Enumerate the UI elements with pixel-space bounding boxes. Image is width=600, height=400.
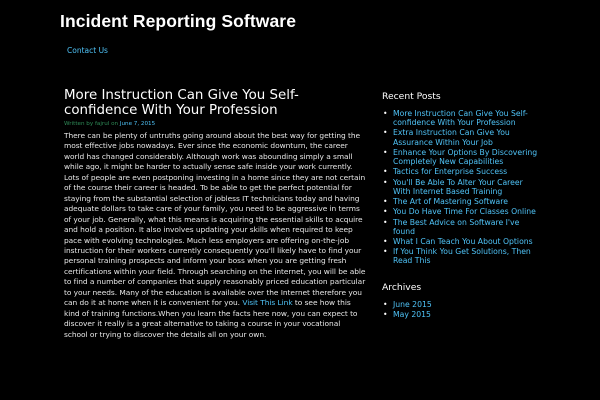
- bullet-icon: •: [383, 247, 388, 257]
- recent-post-item[interactable]: • Extra Instruction Can Give You Assuranc…: [382, 128, 542, 147]
- bullet-icon: •: [383, 217, 388, 227]
- bullet-icon: •: [383, 197, 388, 207]
- bullet-icon: •: [383, 309, 388, 319]
- recent-post-link[interactable]: Tactics for Enterprise Success: [393, 167, 507, 176]
- site-title[interactable]: Incident Reporting Software: [60, 11, 296, 32]
- bullet-icon: •: [383, 236, 388, 246]
- recent-post-item[interactable]: • Enhance Your Options By Discovering Com…: [382, 148, 542, 167]
- bullet-icon: •: [383, 167, 388, 177]
- recent-post-link[interactable]: Enhance Your Options By Discovering Comp…: [393, 148, 537, 166]
- recent-post-item[interactable]: • If You Think You Get Solutions, Then Re…: [382, 247, 542, 266]
- post-title[interactable]: More Instruction Can Give You Self-confi…: [64, 88, 366, 118]
- meta-written-by: Written by: [64, 121, 94, 127]
- bullet-icon: •: [383, 109, 388, 118]
- visit-this-link[interactable]: Visit This Link: [242, 298, 292, 307]
- recent-post-link[interactable]: You'll Be Able To Alter Your Career With…: [393, 178, 523, 196]
- recent-post-item[interactable]: • The Art of Mastering Software: [382, 197, 542, 206]
- recent-post-item[interactable]: • You Do Have Time For Classes Online: [382, 207, 542, 216]
- recent-post-link[interactable]: More Instruction Can Give You Self-confi…: [393, 109, 528, 127]
- nav-item-contact-us[interactable]: Contact Us: [67, 46, 108, 55]
- post-body: There can be plenty of untruths going ar…: [64, 131, 366, 340]
- recent-post-item[interactable]: • The Best Advice on Software I've found: [382, 218, 542, 237]
- recent-post-link[interactable]: What I Can Teach You About Options: [393, 237, 533, 246]
- bullet-icon: •: [383, 299, 388, 309]
- recent-post-item[interactable]: • Tactics for Enterprise Success: [382, 167, 542, 176]
- recent-posts-title: Recent Posts: [382, 91, 441, 102]
- recent-post-link[interactable]: The Art of Mastering Software: [393, 197, 508, 206]
- bullet-icon: •: [383, 177, 388, 187]
- recent-posts-list: • More Instruction Can Give You Self-conf…: [382, 109, 542, 266]
- meta-on: on: [111, 121, 119, 127]
- recent-post-item[interactable]: • More Instruction Can Give You Self-conf…: [382, 109, 542, 128]
- recent-post-link[interactable]: You Do Have Time For Classes Online: [393, 207, 536, 216]
- archive-item[interactable]: • May 2015: [382, 310, 542, 319]
- post-meta: Written by fajrul on June 7, 2015: [64, 121, 366, 128]
- archive-link[interactable]: June 2015: [393, 300, 432, 309]
- sidebar: Recent Posts • More Instruction Can Give …: [382, 91, 542, 320]
- archive-link[interactable]: May 2015: [393, 310, 431, 319]
- post-date[interactable]: June 7, 2015: [120, 121, 155, 127]
- bullet-icon: •: [383, 147, 388, 157]
- recent-post-item[interactable]: • You'll Be Able To Alter Your Career Wit…: [382, 178, 542, 197]
- archives-title: Archives: [382, 281, 422, 293]
- nav-bar: Contact Us: [60, 42, 540, 60]
- bullet-icon: •: [383, 207, 388, 217]
- recent-post-link[interactable]: The Best Advice on Software I've found: [393, 218, 519, 236]
- archives-list: • June 2015 • May 2015: [382, 300, 542, 319]
- recent-post-link[interactable]: Extra Instruction Can Give You Assurance…: [393, 128, 510, 146]
- archive-item[interactable]: • June 2015: [382, 300, 542, 309]
- bullet-icon: •: [383, 128, 388, 138]
- recent-post-link[interactable]: If You Think You Get Solutions, Then Rea…: [393, 247, 531, 265]
- main-content: More Instruction Can Give You Self-confi…: [64, 88, 366, 340]
- post-author[interactable]: fajrul: [95, 121, 109, 127]
- recent-post-item[interactable]: • What I Can Teach You About Options: [382, 237, 542, 246]
- post-body-text: There can be plenty of untruths going ar…: [64, 131, 366, 308]
